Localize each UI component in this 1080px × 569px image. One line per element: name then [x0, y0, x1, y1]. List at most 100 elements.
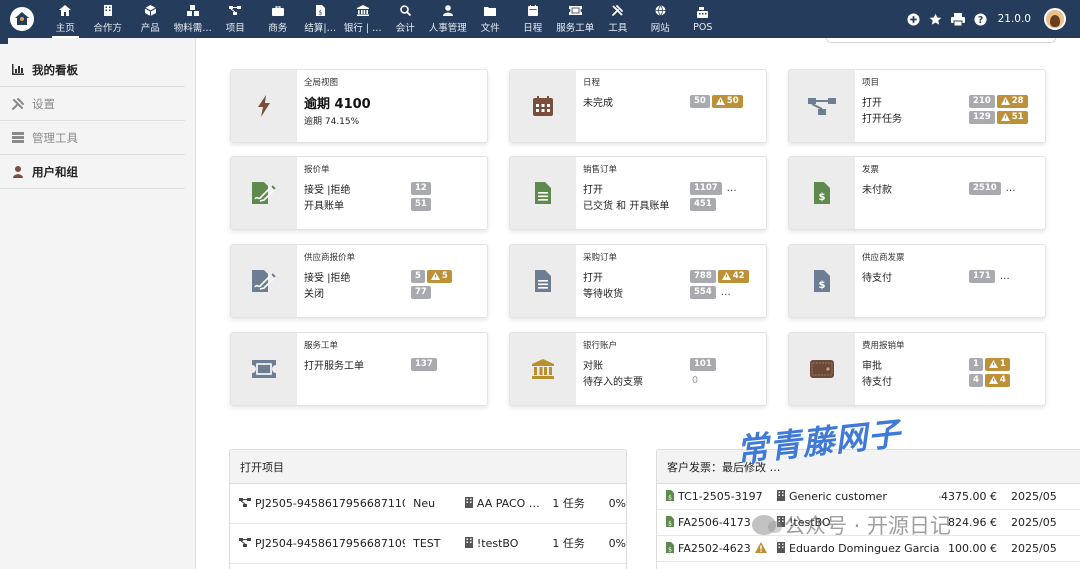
count-badge[interactable]: 129 [969, 110, 995, 124]
box-projects[interactable]: 项目 打开 210 28 打开任务 129 51 [788, 69, 1046, 143]
late-badge[interactable]: 5 [426, 269, 452, 283]
box-row[interactable]: 打开服务工单 137 [304, 356, 481, 372]
menu-item-13[interactable]: 工具 [597, 0, 640, 38]
box-row[interactable]: 对账 101 [583, 356, 760, 372]
box-row[interactable]: 打开 1107… [583, 180, 760, 196]
menu-item-7[interactable]: 银行 | … [342, 0, 385, 38]
late-badge[interactable]: 51 [996, 110, 1028, 124]
count-badge[interactable]: 1 [969, 357, 983, 371]
cube-icon [144, 4, 156, 17]
box-row[interactable]: 审批 1 1 [862, 356, 1039, 372]
box-row[interactable]: 待支付 4 4 [862, 372, 1039, 388]
box-row[interactable]: 接受 |拒绝 12 [304, 180, 481, 196]
menu-item-2[interactable]: 产品 [129, 0, 172, 38]
invoice-ref-cell[interactable]: $ FA2502-4623 [657, 541, 777, 556]
invoice-company-cell[interactable]: Eduardo Dominguez Garcia [777, 541, 939, 556]
count-badge[interactable]: 4 [969, 373, 983, 387]
late-badge[interactable]: 50 [711, 94, 743, 108]
box-row[interactable]: 打开 210 28 [862, 93, 1039, 109]
print-icon[interactable] [950, 12, 965, 26]
table-row[interactable]: PJ2505-94586179566871103 Neu AA PACO … 1… [230, 484, 626, 524]
box-row[interactable]: 开具账单 51 [304, 196, 481, 212]
box-row[interactable]: 未完成 50 50 [583, 93, 760, 109]
box-agenda[interactable]: 日程 未完成 50 50 [509, 69, 767, 143]
late-badge[interactable]: 42 [717, 269, 749, 283]
box-row[interactable]: 待存入的支票 0 [583, 372, 760, 388]
box-row[interactable]: 待支付 171… [862, 268, 1039, 284]
count-badge[interactable]: 788 [690, 269, 716, 283]
count-badge[interactable]: 50 [690, 94, 710, 108]
home-logo[interactable] [0, 0, 44, 38]
count-badge[interactable]: 12 [411, 181, 431, 195]
project-company-cell[interactable]: !testBO [464, 536, 553, 551]
count-badge[interactable]: 137 [411, 357, 437, 371]
project-ref-cell[interactable]: PJ2504-94586179566871099 [230, 537, 405, 550]
count-badge[interactable]: 2510 [969, 181, 1001, 195]
star-icon[interactable] [929, 13, 942, 26]
box-bank-accounts[interactable]: 银行账户 对账 101 待存入的支票 0 [509, 332, 767, 406]
project-ref-cell[interactable]: PJ2505-94586179566871103 [230, 497, 405, 510]
count-badge[interactable]: 1107 [690, 181, 722, 195]
menu-item-15[interactable]: POS [682, 0, 725, 38]
box-sales-orders[interactable]: 销售订单 打开 1107 … 已交货 和 开具账单 451 [509, 156, 767, 230]
menu-item-6[interactable]: $ 结算|… [299, 0, 342, 38]
menu-item-10[interactable]: 文件 [469, 0, 512, 38]
box-row[interactable]: 打开任务 129 51 [862, 109, 1039, 125]
menu-item-12[interactable]: 服务工单 [554, 0, 597, 38]
invoice-company-cell[interactable]: Generic customer [777, 489, 939, 504]
count-badge[interactable]: 171 [969, 269, 995, 283]
box-invoices[interactable]: $ 发票 未付款 2510… [788, 156, 1046, 230]
menu-item-8[interactable]: 会计 [384, 0, 427, 38]
late-badge[interactable]: 28 [996, 94, 1028, 108]
sidebar-item-users-groups[interactable]: 用户和组 [0, 155, 185, 189]
count-badge[interactable]: 101 [690, 357, 716, 371]
menu-item-1[interactable]: 合作方 [87, 0, 130, 38]
box-global-view[interactable]: 全局视图 逾期 4100 逾期 74.15% [230, 69, 488, 143]
count-badge[interactable]: 210 [969, 94, 995, 108]
user-avatar[interactable] [1044, 8, 1066, 30]
box-row[interactable]: 打开 788 42 [583, 268, 760, 284]
box-row[interactable]: 等待收货 554… [583, 284, 760, 300]
count-badge[interactable]: 554 [690, 285, 716, 299]
table-row[interactable]: PJ2504-94586179566871099 TEST !testBO 1 … [230, 524, 626, 564]
wrench-icon [11, 97, 24, 110]
table-row[interactable]: $ TC1-2505-3197 Generic customer -4375.0… [657, 484, 1080, 510]
box-row[interactable]: 已交货 和 开具账单 451 [583, 196, 760, 212]
sidebar-item-admin-tools[interactable]: 管理工具 [0, 121, 185, 155]
box-expense-reports[interactable]: 费用报销单 审批 1 1 待支付 4 4 [788, 332, 1046, 406]
menu-item-0[interactable]: 主页 [44, 0, 87, 38]
menu-item-3[interactable]: 物料需… [172, 0, 215, 38]
box-row[interactable]: 未付款 2510… [862, 180, 1039, 196]
menu-item-4[interactable]: 项目 [214, 0, 257, 38]
box-supplier-proposals[interactable]: 供应商报价单 接受 |拒绝 5 5 关闭 77 [230, 244, 488, 318]
count-badge[interactable]: 77 [411, 285, 431, 299]
plus-circle-icon[interactable] [907, 12, 920, 26]
bank-icon [510, 333, 576, 405]
box-row[interactable]: 接受 |拒绝 5 5 [304, 268, 481, 284]
invoice-ref-cell[interactable]: $ TC1-2505-3197 [657, 489, 777, 504]
menu-item-9[interactable]: 人事管理 [427, 0, 470, 38]
main-menu: 主页 合作方 产品 物料需… 项目 商务 $ 结算|… 银行 | … 会计 人事管理 文件 日程 服务工单… [44, 0, 724, 38]
svg-text:$: $ [819, 192, 826, 203]
count-badge[interactable]: 451 [690, 197, 716, 211]
menu-item-11[interactable]: 日程 [512, 0, 555, 38]
search-box[interactable] [826, 38, 1056, 43]
late-badge[interactable]: 4 [984, 373, 1010, 387]
project-label: Neu [413, 497, 436, 510]
box-supplier-invoices[interactable]: $ 供应商发票 待支付 171… [788, 244, 1046, 318]
box-row[interactable]: 关闭 77 [304, 284, 481, 300]
help-icon[interactable]: ? [974, 12, 987, 26]
box-purchase-orders[interactable]: 采购订单 打开 788 42 等待收货 554… [509, 244, 767, 318]
box-tickets[interactable]: 服务工单 打开服务工单 137 [230, 332, 488, 406]
late-badge[interactable]: 1 [984, 357, 1010, 371]
sidebar-item-dashboard[interactable]: 我的看板 [0, 53, 185, 87]
count-badge[interactable]: 51 [411, 197, 431, 211]
user-icon [11, 165, 24, 178]
menu-item-5[interactable]: 商务 [257, 0, 300, 38]
menu-item-14[interactable]: 网站 [639, 0, 682, 38]
count-badge[interactable]: 5 [411, 269, 425, 283]
sidebar-item-settings[interactable]: 设置 [0, 87, 185, 121]
file-text-icon [510, 157, 576, 229]
box-proposals[interactable]: 报价单 接受 |拒绝 12 开具账单 51 [230, 156, 488, 230]
project-company-cell[interactable]: AA PACO … [464, 496, 553, 511]
